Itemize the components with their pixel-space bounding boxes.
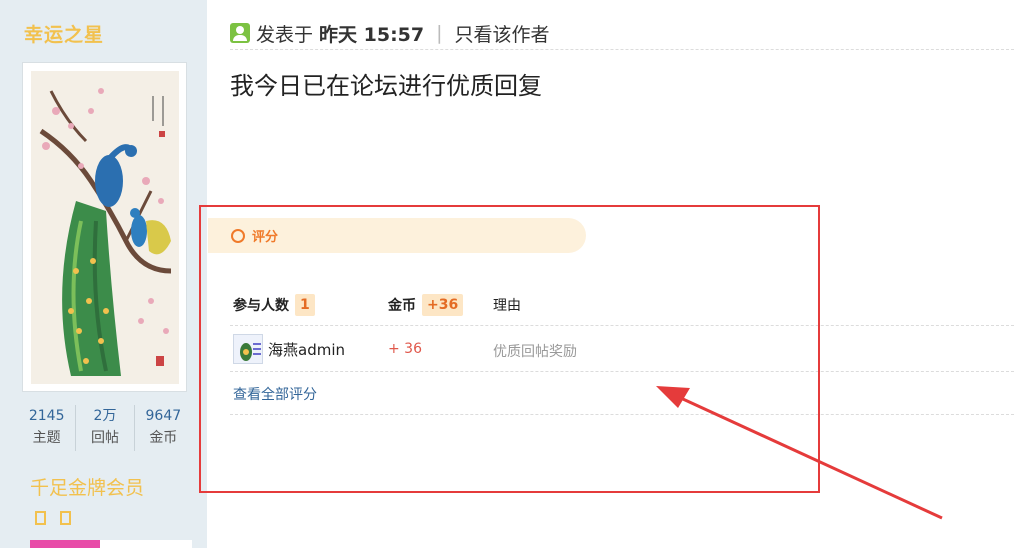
stat-threads-label: 主题 bbox=[32, 430, 61, 446]
stat-replies[interactable]: 2万 回帖 bbox=[75, 405, 133, 451]
author-avatar-frame[interactable] bbox=[22, 62, 187, 392]
medal-icon[interactable] bbox=[35, 511, 46, 525]
online-status-icon bbox=[230, 23, 250, 43]
level-progress-bar bbox=[30, 540, 192, 548]
level-progress-fill bbox=[30, 540, 100, 548]
medal-icon[interactable] bbox=[60, 511, 71, 525]
divider bbox=[230, 49, 1014, 50]
stat-threads[interactable]: 2145 主题 bbox=[18, 405, 75, 451]
stat-coins-label: 金币 bbox=[149, 430, 178, 446]
stat-replies-label: 回帖 bbox=[90, 430, 119, 446]
peacock-avatar-image bbox=[31, 71, 179, 384]
stat-coins: 9647 金币 bbox=[133, 405, 192, 451]
author-stats: 2145 主题 2万 回帖 9647 金币 bbox=[18, 405, 192, 451]
stat-coins-value: 9647 bbox=[145, 408, 182, 424]
only-author-link[interactable]: 只看该作者 bbox=[455, 20, 550, 47]
stat-replies-value[interactable]: 2万 bbox=[76, 405, 133, 427]
medal-glyphs bbox=[35, 511, 71, 525]
meta-divider: | bbox=[436, 22, 443, 44]
posted-time: 昨天 15:57 bbox=[319, 23, 425, 46]
post-content: 我今日已在论坛进行优质回复 bbox=[230, 72, 542, 100]
forum-post-page: 幸运之星 2145 主题 2万 回帖 9647 金币 千足金牌会员 发表于 昨天… bbox=[0, 0, 1014, 548]
author-sidebar: 幸运之星 2145 主题 2万 回帖 9647 金币 千足金牌会员 bbox=[0, 0, 207, 548]
stat-threads-value[interactable]: 2145 bbox=[18, 405, 75, 427]
author-username[interactable]: 幸运之星 bbox=[24, 20, 104, 47]
member-rank: 千足金牌会员 bbox=[30, 477, 145, 499]
highlight-annotation-box bbox=[199, 205, 820, 493]
posted-label: 发表于 bbox=[256, 23, 314, 46]
post-meta: 发表于 昨天 15:57 | 只看该作者 bbox=[230, 20, 550, 46]
